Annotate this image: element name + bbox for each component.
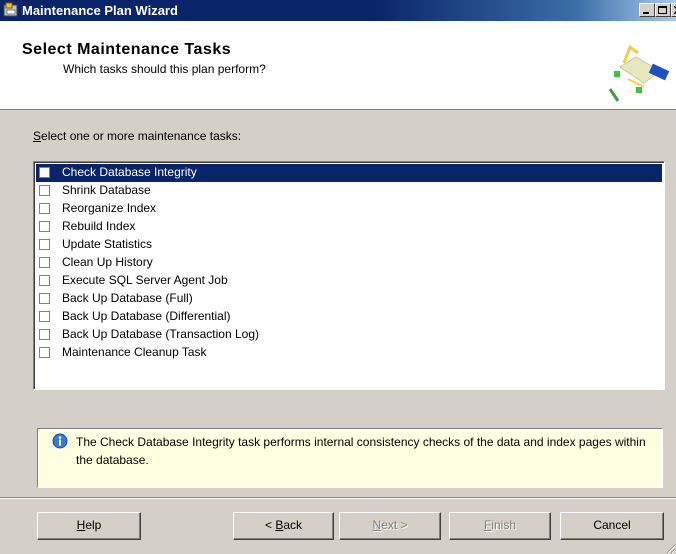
task-item-check-database-integrity[interactable]: Check Database Integrity	[36, 164, 662, 182]
checkbox[interactable]	[39, 293, 50, 304]
task-item-maintenance-cleanup[interactable]: Maintenance Cleanup Task	[36, 344, 662, 362]
maximize-button[interactable]	[655, 3, 671, 17]
maximize-icon	[658, 6, 667, 14]
resize-grip-icon[interactable]	[664, 542, 676, 554]
back-button[interactable]: < Back	[233, 512, 334, 540]
task-label: Update Statistics	[62, 237, 153, 251]
task-label: Back Up Database (Differential)	[62, 309, 231, 323]
next-button[interactable]: Next >	[339, 512, 441, 540]
checkbox[interactable]	[39, 203, 50, 214]
task-item-rebuild-index[interactable]: Rebuild Index	[36, 218, 662, 236]
task-label: Execute SQL Server Agent Job	[62, 273, 228, 287]
task-description-box: The Check Database Integrity task perfor…	[37, 428, 663, 488]
task-label: Back Up Database (Full)	[62, 291, 193, 305]
task-label: Rebuild Index	[62, 219, 136, 233]
minimize-button[interactable]	[639, 3, 655, 17]
title-bar[interactable]: Maintenance Plan Wizard	[0, 0, 676, 21]
task-label: Back Up Database (Transaction Log)	[62, 327, 259, 341]
wizard-app-icon	[3, 2, 18, 17]
checkbox[interactable]	[39, 185, 50, 196]
task-item-backup-differential[interactable]: Back Up Database (Differential)	[36, 308, 662, 326]
task-item-shrink-database[interactable]: Shrink Database	[36, 182, 662, 200]
next-accesskey: N	[372, 518, 382, 532]
checkbox[interactable]	[39, 329, 50, 340]
task-item-update-statistics[interactable]: Update Statistics	[36, 236, 662, 254]
page-subtitle: Which tasks should this plan perform?	[63, 62, 266, 76]
task-label: Shrink Database	[62, 183, 151, 197]
close-button[interactable]	[671, 3, 676, 17]
button-separator-highlight	[0, 498, 676, 499]
task-label: Clean Up History	[62, 255, 153, 269]
task-label: Check Database Integrity	[62, 165, 197, 179]
info-icon	[52, 433, 68, 449]
wizard-header: Select Maintenance Tasks Which tasks sho…	[0, 21, 676, 110]
task-description: The Check Database Integrity task perfor…	[76, 435, 646, 467]
page-title: Select Maintenance Tasks	[22, 41, 232, 58]
help-label: elp	[85, 518, 102, 532]
help-button[interactable]: Help	[37, 512, 141, 540]
maintenance-task-list[interactable]: Check Database Integrity Shrink Database…	[33, 161, 665, 390]
checkbox[interactable]	[39, 221, 50, 232]
task-label: Reorganize Index	[62, 201, 157, 215]
task-item-reorganize-index[interactable]: Reorganize Index	[36, 200, 662, 218]
finish-label: inish	[491, 518, 517, 532]
next-label: ext >	[381, 518, 408, 532]
checkbox[interactable]	[39, 257, 50, 268]
cancel-button[interactable]: Cancel	[560, 512, 664, 540]
maintenance-wizard-icon	[608, 44, 670, 102]
checkbox[interactable]	[39, 347, 50, 358]
back-label: ack	[283, 518, 303, 532]
task-item-execute-agent-job[interactable]: Execute SQL Server Agent Job	[36, 272, 662, 290]
checkbox[interactable]	[39, 311, 50, 322]
prompt-text: elect one or more maintenance tasks:	[41, 129, 242, 143]
finish-button[interactable]: Finish	[449, 512, 551, 540]
task-item-backup-full[interactable]: Back Up Database (Full)	[36, 290, 662, 308]
task-label: Maintenance Cleanup Task	[62, 345, 207, 359]
task-item-clean-up-history[interactable]: Clean Up History	[36, 254, 662, 272]
window-title: Maintenance Plan Wizard	[22, 3, 178, 18]
prompt-accesskey: S	[33, 129, 42, 143]
checkbox[interactable]	[39, 275, 50, 286]
checkbox[interactable]	[39, 167, 50, 178]
back-prefix: <	[264, 518, 276, 532]
minimize-icon	[643, 12, 649, 14]
checkbox[interactable]	[39, 239, 50, 250]
task-list-prompt: Select one or more maintenance tasks:	[33, 129, 241, 143]
task-item-backup-transaction-log[interactable]: Back Up Database (Transaction Log)	[36, 326, 662, 344]
